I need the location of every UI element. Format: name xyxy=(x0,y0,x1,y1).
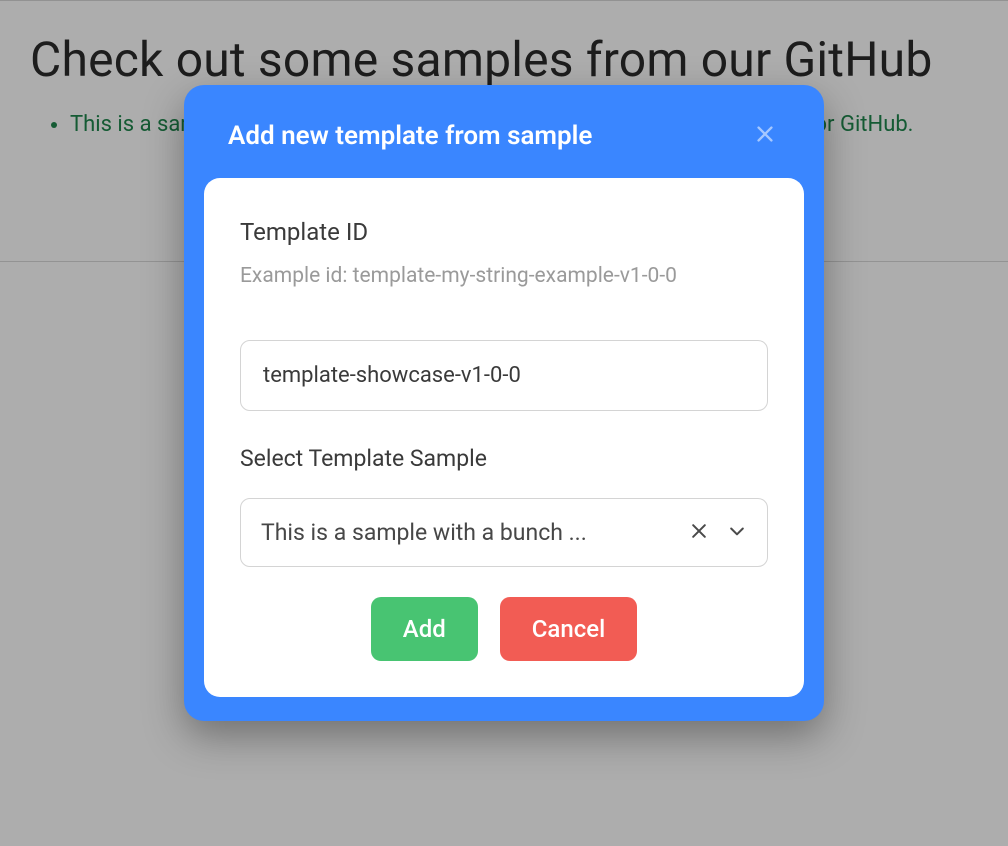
cancel-button[interactable]: Cancel xyxy=(500,597,637,661)
select-sample-label: Select Template Sample xyxy=(240,445,768,472)
template-id-input[interactable] xyxy=(240,340,768,411)
dialog-header: Add new template from sample xyxy=(184,85,824,178)
close-icon xyxy=(754,123,776,148)
select-clear-button[interactable] xyxy=(689,521,709,544)
add-template-dialog: Add new template from sample Template ID… xyxy=(184,85,824,721)
dialog-button-row: Add Cancel xyxy=(240,597,768,661)
x-icon xyxy=(689,521,709,544)
modal-overlay[interactable]: Add new template from sample Template ID… xyxy=(0,0,1008,846)
template-id-hint: Example id: template-my-string-example-v… xyxy=(240,264,768,288)
template-id-label: Template ID xyxy=(240,218,768,246)
close-button[interactable] xyxy=(750,119,780,152)
dialog-title: Add new template from sample xyxy=(228,121,592,151)
select-value: This is a sample with a bunch ... xyxy=(261,519,681,546)
template-sample-select[interactable]: This is a sample with a bunch ... xyxy=(240,498,768,567)
chevron-down-icon xyxy=(727,521,747,544)
select-icons xyxy=(689,521,747,544)
select-dropdown-toggle[interactable] xyxy=(727,521,747,544)
dialog-body: Template ID Example id: template-my-stri… xyxy=(204,178,804,697)
add-button[interactable]: Add xyxy=(371,597,478,661)
